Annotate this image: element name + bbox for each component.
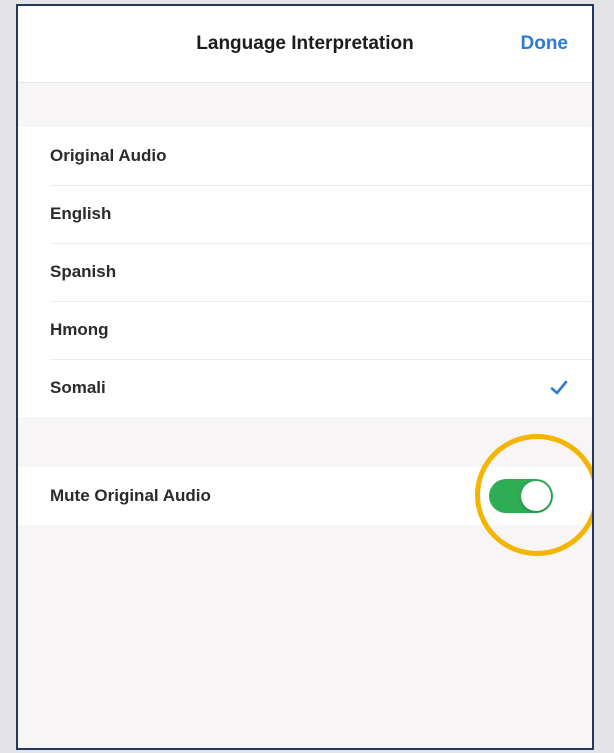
language-list: Original Audio English Spanish Hmong Som… [18, 127, 592, 417]
language-label: Somali [50, 378, 106, 397]
mute-original-audio-toggle[interactable] [489, 479, 553, 513]
mute-original-audio-label: Mute Original Audio [50, 486, 211, 505]
language-option-hmong[interactable]: Hmong [18, 301, 592, 359]
mute-original-audio-row: Mute Original Audio [18, 467, 592, 525]
language-option-original-audio[interactable]: Original Audio [18, 127, 592, 185]
language-option-spanish[interactable]: Spanish [18, 243, 592, 301]
page-title: Language Interpretation [196, 33, 414, 54]
phone-screen: Language Interpretation Done Original Au… [16, 4, 594, 750]
language-label: Original Audio [50, 146, 167, 165]
done-button[interactable]: Done [521, 33, 569, 55]
language-option-english[interactable]: English [18, 185, 592, 243]
language-label: Spanish [50, 262, 117, 281]
checkmark-icon [550, 380, 568, 395]
language-label: English [50, 204, 112, 223]
navigation-bar: Language Interpretation Done [18, 6, 592, 83]
language-label: Hmong [50, 320, 109, 339]
language-option-somali[interactable]: Somali [18, 359, 592, 417]
toggle-knob [521, 481, 551, 511]
